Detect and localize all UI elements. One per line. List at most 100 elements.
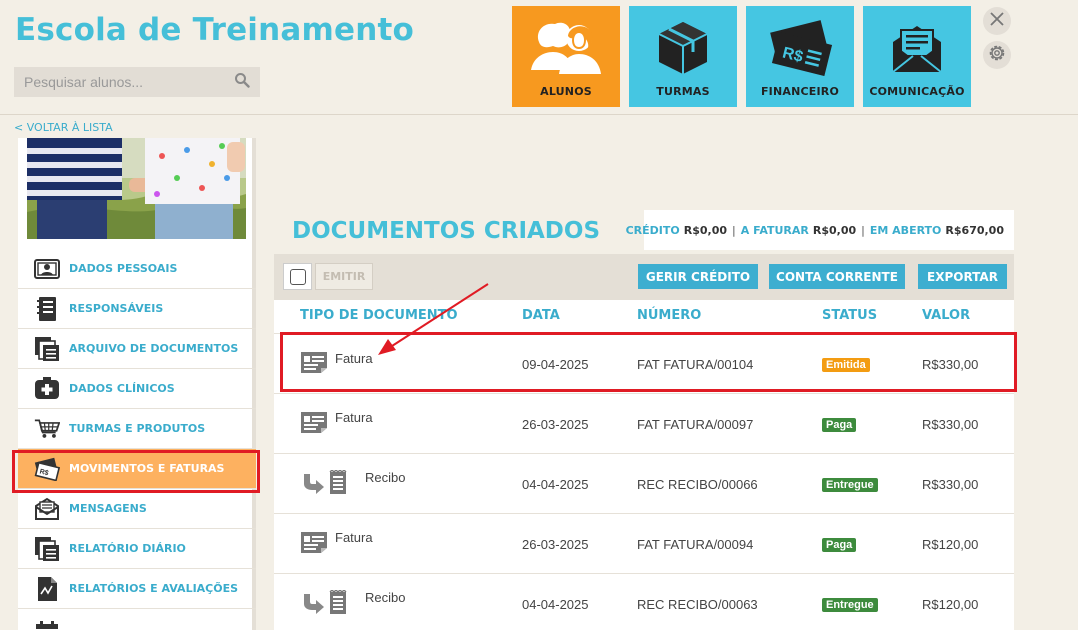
sidebar-item-relatorios-e-avaliacoes[interactable]: RELATÓRIOS E AVALIAÇÕES — [18, 569, 256, 609]
document-type: Recibo — [365, 590, 406, 605]
select-all-checkbox[interactable] — [283, 263, 312, 290]
invoice-icon — [300, 410, 328, 438]
documents-table: TIPO DE DOCUMENTO DATA NÚMERO STATUS VAL… — [274, 300, 1014, 630]
document-number: FAT FATURA/00097 — [637, 417, 754, 432]
export-button[interactable]: EXPORTAR — [918, 264, 1007, 289]
settings-button[interactable] — [983, 41, 1011, 69]
back-to-list-link[interactable]: < VOLTAR À LISTA — [14, 121, 113, 134]
header-divider — [0, 114, 1078, 115]
document-type: Fatura — [335, 410, 373, 425]
column-header-value[interactable]: VALOR — [922, 308, 970, 323]
document-value: R$120,00 — [922, 597, 979, 612]
document-value: R$330,00 — [922, 357, 979, 372]
column-header-number[interactable]: NÚMERO — [637, 308, 701, 323]
money-icon: R$ — [34, 456, 60, 482]
document-number: REC RECIBO/00063 — [637, 597, 758, 612]
nav-tile-turmas[interactable]: TURMAS — [629, 6, 737, 107]
invoice-icon — [300, 530, 328, 558]
document-number: FAT FATURA/00094 — [637, 537, 754, 552]
documents-icon — [34, 336, 60, 362]
column-header-status[interactable]: STATUS — [822, 308, 877, 323]
report-icon — [34, 576, 60, 602]
student-sidebar: DADOS PESSOAIS RESPONSÁVEIS ARQUIVO DE D… — [18, 138, 256, 630]
total-open-value: R$670,00 — [945, 223, 1004, 237]
document-type: Fatura — [335, 530, 373, 545]
current-account-button[interactable]: CONTA CORRENTE — [769, 264, 905, 289]
sidebar-item-relatorio-diario[interactable]: RELATÓRIO DIÁRIO — [18, 529, 256, 569]
status-badge: Entregue — [822, 478, 878, 492]
nav-tile-label: ALUNOS — [540, 85, 592, 98]
notebook-icon — [34, 296, 60, 322]
document-value: R$330,00 — [922, 417, 979, 432]
documents-panel: DOCUMENTOS CRIADOS CRÉDITO R$0,00 | A FA… — [274, 210, 1014, 630]
nav-tile-alunos[interactable]: ALUNOS — [512, 6, 620, 107]
sidebar-item-mensagens[interactable]: MENSAGENS — [18, 489, 256, 529]
nav-tile-label: COMUNICAÇÃO — [869, 85, 965, 98]
sidebar-item-label: ARQUIVO DE DOCUMENTOS — [69, 342, 239, 355]
document-type: Recibo — [365, 470, 406, 485]
student-photo — [27, 138, 246, 239]
emit-button[interactable]: EMITIR — [315, 263, 373, 290]
gear-icon — [987, 43, 1007, 67]
totals-separator: | — [861, 223, 865, 237]
app-title: Escola de Treinamento — [15, 12, 415, 48]
id-card-icon — [34, 256, 60, 282]
sidebar-item-arquivo-de-documentos[interactable]: ARQUIVO DE DOCUMENTOS — [18, 329, 256, 369]
documents-header: DOCUMENTOS CRIADOS CRÉDITO R$0,00 | A FA… — [274, 210, 1014, 254]
document-date: 04-04-2025 — [522, 477, 589, 492]
sidebar-item-dados-clinicos[interactable]: DADOS CLÍNICOS — [18, 369, 256, 409]
receipt-icon — [302, 589, 350, 620]
nav-tile-financeiro[interactable]: R$ FINANCEIRO — [746, 6, 854, 107]
cart-icon — [34, 416, 60, 442]
sidebar-item-label: DADOS CLÍNICOS — [69, 382, 175, 395]
account-totals: CRÉDITO R$0,00 | A FATURAR R$0,00 | EM A… — [626, 210, 1014, 250]
table-row[interactable]: Fatura 09-04-2025 FAT FATURA/00104 Emiti… — [274, 334, 1014, 394]
sidebar-item-label: MOVIMENTOS E FATURAS — [69, 462, 225, 475]
column-header-date[interactable]: DATA — [522, 308, 560, 323]
document-number: FAT FATURA/00104 — [637, 357, 754, 372]
total-credit-label: CRÉDITO — [625, 223, 680, 237]
nav-tile-comunicacao[interactable]: COMUNICAÇÃO — [863, 6, 971, 107]
sidebar-item-partial[interactable] — [18, 609, 256, 629]
medical-cross-icon — [34, 376, 60, 402]
table-row[interactable]: Recibo 04-04-2025 REC RECIBO/00066 Entre… — [274, 454, 1014, 514]
table-row[interactable]: Fatura 26-03-2025 FAT FATURA/00094 Paga … — [274, 514, 1014, 574]
invoice-icon — [300, 350, 328, 378]
search-box[interactable] — [14, 67, 260, 97]
documents-icon — [34, 536, 60, 562]
documents-toolbar: EMITIR GERIR CRÉDITO CONTA CORRENTE EXPO… — [274, 254, 1014, 300]
total-to-invoice-value: R$0,00 — [812, 223, 857, 237]
sidebar-item-label: MENSAGENS — [69, 502, 147, 515]
money-icon: R$ — [767, 18, 833, 80]
table-row[interactable]: Recibo 04-04-2025 REC RECIBO/00063 Entre… — [274, 574, 1014, 630]
status-badge: Emitida — [822, 358, 870, 372]
sidebar-item-label: RESPONSÁVEIS — [69, 302, 164, 315]
search-input[interactable] — [24, 74, 224, 90]
document-value: R$120,00 — [922, 537, 979, 552]
envelope-icon — [34, 496, 60, 522]
sidebar-item-label: DADOS PESSOAIS — [69, 262, 178, 275]
search-icon[interactable] — [234, 72, 250, 92]
sidebar-item-turmas-e-produtos[interactable]: TURMAS E PRODUTOS — [18, 409, 256, 449]
document-date: 09-04-2025 — [522, 357, 589, 372]
column-header-type[interactable]: TIPO DE DOCUMENTO — [300, 308, 458, 323]
manage-credit-button[interactable]: GERIR CRÉDITO — [638, 264, 758, 289]
students-icon — [529, 18, 603, 80]
close-icon — [989, 11, 1005, 31]
status-badge: Paga — [822, 538, 857, 552]
document-date: 26-03-2025 — [522, 537, 589, 552]
sidebar-item-movimentos-e-faturas[interactable]: R$ MOVIMENTOS E FATURAS — [18, 449, 256, 489]
checkbox-box — [289, 268, 306, 285]
document-number: REC RECIBO/00066 — [637, 477, 758, 492]
sidebar-item-responsaveis[interactable]: RESPONSÁVEIS — [18, 289, 256, 329]
documents-title: DOCUMENTOS CRIADOS — [292, 218, 601, 244]
box-icon — [655, 18, 711, 80]
table-row[interactable]: Fatura 26-03-2025 FAT FATURA/00097 Paga … — [274, 394, 1014, 454]
total-open-label: EM ABERTO — [869, 223, 942, 237]
close-button[interactable] — [983, 7, 1011, 35]
sidebar-item-dados-pessoais[interactable]: DADOS PESSOAIS — [18, 249, 256, 289]
sidebar-menu: DADOS PESSOAIS RESPONSÁVEIS ARQUIVO DE D… — [18, 249, 256, 629]
sidebar-item-label: TURMAS E PRODUTOS — [69, 422, 206, 435]
total-credit-value: R$0,00 — [683, 223, 728, 237]
receipt-icon — [302, 469, 350, 500]
